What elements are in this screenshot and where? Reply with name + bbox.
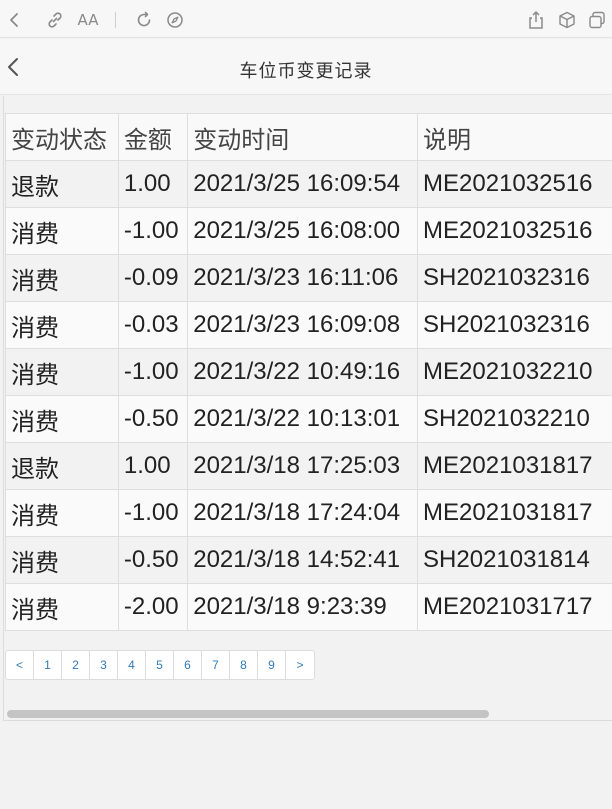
cell-time: 2021/3/22 10:49:16	[187, 348, 419, 396]
pagination-prev[interactable]: <	[6, 651, 34, 679]
pagination-next[interactable]: >	[286, 651, 314, 679]
cell-description: ME2021031717	[417, 583, 612, 631]
table-row: 消费 -0.50 2021/3/18 14:52:41 SH2021031814	[5, 536, 612, 584]
cell-status: 退款	[5, 160, 119, 208]
cell-description: ME2021032210	[417, 348, 612, 396]
cell-amount: -1.00	[117, 207, 189, 255]
cell-description: ME2021031817	[417, 442, 612, 490]
cell-amount: -1.00	[117, 348, 189, 396]
cell-time: 2021/3/25 16:09:54	[187, 160, 419, 208]
box-icon[interactable]	[557, 10, 577, 30]
cell-time: 2021/3/18 17:24:04	[187, 489, 419, 537]
pagination-page-9[interactable]: 9	[258, 651, 286, 679]
header-status: 变动状态	[5, 113, 119, 161]
cell-description: SH2021032316	[417, 301, 612, 349]
cell-amount: -0.50	[117, 395, 189, 443]
pagination-page-1[interactable]: 1	[34, 651, 62, 679]
table-row: 消费 -1.00 2021/3/22 10:49:16 ME2021032210	[5, 348, 612, 396]
cell-amount: -0.50	[117, 536, 189, 584]
browser-toolbar: AA	[0, 0, 612, 38]
reload-icon[interactable]	[134, 10, 154, 30]
table-row: 消费 -1.00 2021/3/25 16:08:00 ME2021032516	[5, 207, 612, 255]
table-row: 消费 -0.09 2021/3/23 16:11:06 SH2021032316	[5, 254, 612, 302]
cell-time: 2021/3/23 16:09:08	[187, 301, 419, 349]
table-row: 退款 1.00 2021/3/18 17:25:03 ME2021031817	[5, 442, 612, 490]
cell-status: 消费	[5, 207, 119, 255]
header-time: 变动时间	[187, 113, 419, 161]
link-icon[interactable]	[45, 10, 65, 30]
cell-status: 消费	[5, 583, 119, 631]
cell-time: 2021/3/22 10:13:01	[187, 395, 419, 443]
back-icon[interactable]	[4, 10, 24, 30]
share-icon[interactable]	[526, 10, 546, 30]
pagination: < 1 2 3 4 5 6 7 8 9 >	[5, 650, 315, 680]
cell-amount: 1.00	[117, 160, 189, 208]
table-row: 退款 1.00 2021/3/25 16:09:54 ME2021032516	[5, 160, 612, 208]
cell-amount: 1.00	[117, 442, 189, 490]
cell-description: SH2021031814	[417, 536, 612, 584]
table-row: 消费 -2.00 2021/3/18 9:23:39 ME2021031717	[5, 583, 612, 631]
tabs-icon[interactable]	[587, 10, 607, 30]
pagination-page-6[interactable]: 6	[174, 651, 202, 679]
pagination-page-8[interactable]: 8	[230, 651, 258, 679]
page-header: 车位币变更记录	[0, 39, 612, 95]
cell-amount: -0.03	[117, 301, 189, 349]
cell-time: 2021/3/23 16:11:06	[187, 254, 419, 302]
page-title: 车位币变更记录	[239, 61, 373, 82]
text-size-icon[interactable]: AA	[77, 10, 99, 30]
compass-icon[interactable]	[165, 10, 185, 30]
toolbar-divider	[115, 12, 116, 28]
cell-status: 消费	[5, 254, 119, 302]
cell-amount: -1.00	[117, 489, 189, 537]
cell-time: 2021/3/18 14:52:41	[187, 536, 419, 584]
cell-time: 2021/3/25 16:08:00	[187, 207, 419, 255]
horizontal-scrollbar[interactable]	[7, 710, 489, 718]
cell-time: 2021/3/18 9:23:39	[187, 583, 419, 631]
cell-status: 消费	[5, 489, 119, 537]
cell-description: ME2021032516	[417, 160, 612, 208]
cell-status: 消费	[5, 536, 119, 584]
pagination-page-4[interactable]: 4	[118, 651, 146, 679]
header-amount: 金额	[117, 113, 189, 161]
pagination-page-5[interactable]: 5	[146, 651, 174, 679]
cell-status: 消费	[5, 348, 119, 396]
header-description: 说明	[417, 113, 612, 161]
cell-status: 消费	[5, 395, 119, 443]
cell-description: SH2021032210	[417, 395, 612, 443]
table-row: 消费 -0.03 2021/3/23 16:09:08 SH2021032316	[5, 301, 612, 349]
pagination-page-3[interactable]: 3	[90, 651, 118, 679]
table-header-row: 变动状态 金额 变动时间 说明	[5, 113, 612, 161]
pagination-page-2[interactable]: 2	[62, 651, 90, 679]
cell-time: 2021/3/18 17:25:03	[187, 442, 419, 490]
records-panel: 变动状态 金额 变动时间 说明 退款 1.00 2021/3/25 16:09:…	[3, 96, 612, 721]
cell-description: ME2021031817	[417, 489, 612, 537]
cell-status: 消费	[5, 301, 119, 349]
cell-description: ME2021032516	[417, 207, 612, 255]
cell-description: SH2021032316	[417, 254, 612, 302]
cell-amount: -0.09	[117, 254, 189, 302]
table-row: 消费 -0.50 2021/3/22 10:13:01 SH2021032210	[5, 395, 612, 443]
pagination-page-7[interactable]: 7	[202, 651, 230, 679]
table-row: 消费 -1.00 2021/3/18 17:24:04 ME2021031817	[5, 489, 612, 537]
records-table: 变动状态 金额 变动时间 说明 退款 1.00 2021/3/25 16:09:…	[5, 113, 612, 631]
cell-status: 退款	[5, 442, 119, 490]
cell-amount: -2.00	[117, 583, 189, 631]
